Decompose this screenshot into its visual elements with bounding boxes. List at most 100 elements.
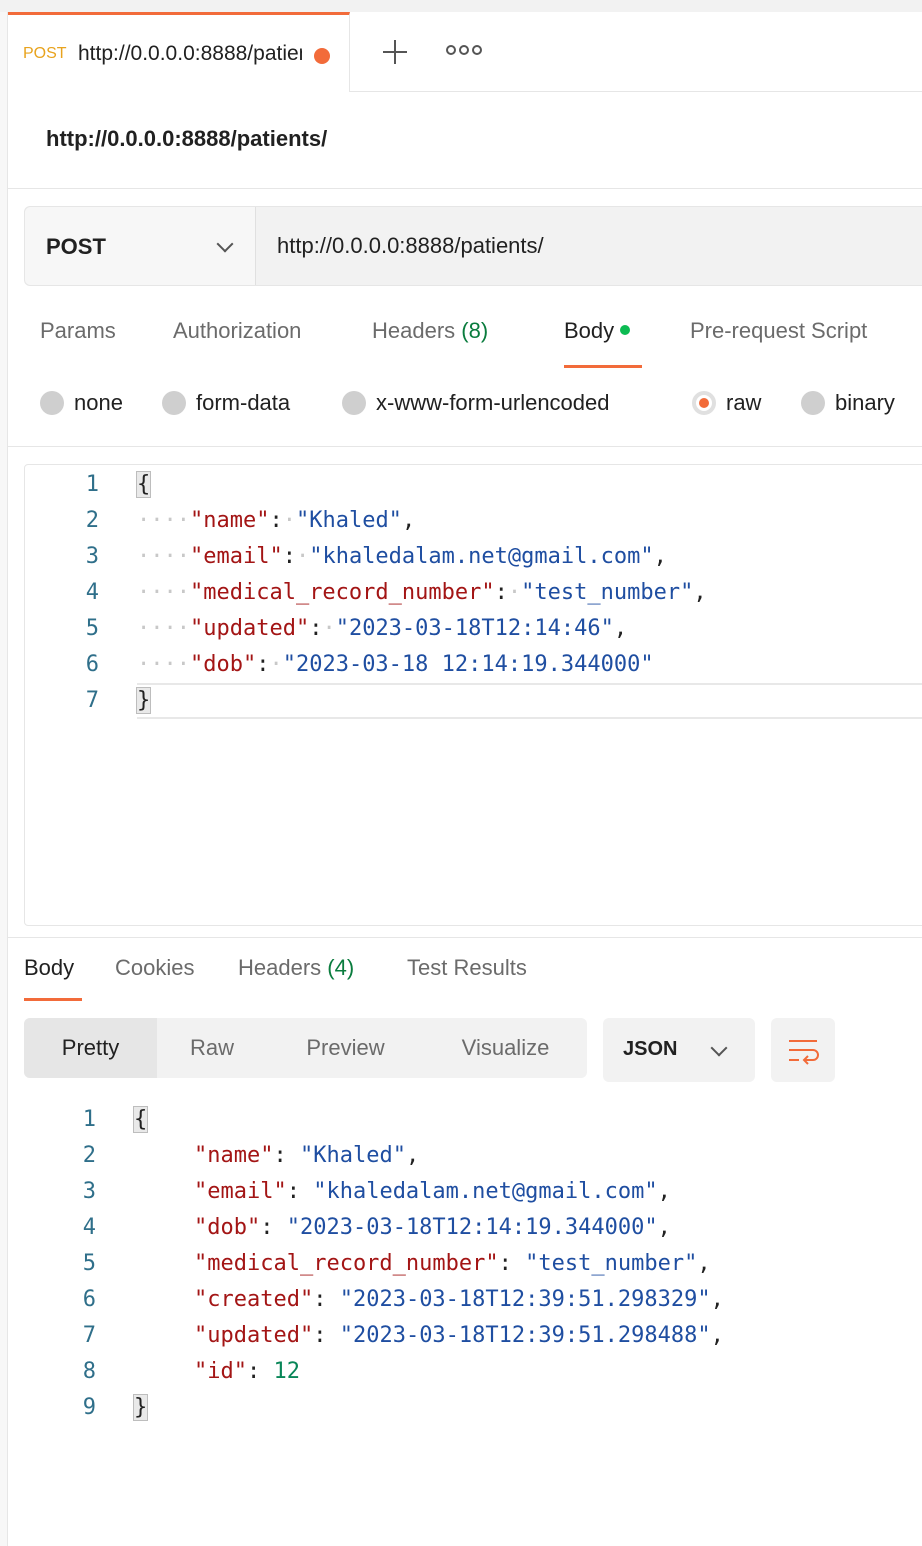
divider [8,937,922,938]
response-tab-test-results[interactable]: Test Results [407,955,527,981]
trail: , [710,1287,724,1312]
view-visualize[interactable]: Visualize [424,1018,587,1078]
response-tab-headers[interactable]: Headers (4) [238,955,354,981]
json-value: "2023-03-18T12:39:51.298329" [339,1287,711,1312]
json-value: "khaledalam.net@gmail.com" [309,544,654,569]
json-value: "test_number" [525,1251,698,1276]
trail: , [653,544,667,569]
json-value: "test_number" [521,580,694,605]
radio-binary[interactable]: binary [801,390,895,416]
format-dropdown[interactable]: JSON [603,1018,755,1082]
url-input[interactable]: http://0.0.0.0:8888/patients/ [277,233,544,259]
response-headers-count: (4) [327,955,355,980]
code-line: "name": "Khaled", [194,1143,420,1168]
tab-params-label: Params [40,318,116,343]
radio-urlencoded[interactable]: x-www-form-urlencoded [342,390,610,416]
close-brace: } [132,1394,149,1421]
code-line: "dob": "2023-03-18T12:14:19.344000", [194,1215,671,1240]
window-top-strip [0,0,922,12]
json-key: "medical_record_number" [189,580,495,605]
code-line: } [135,683,152,719]
json-value: "2023-03-18T12:14:19.344000" [286,1215,658,1240]
view-mode-segmented: Pretty Raw Preview Visualize [24,1018,587,1078]
body-modified-dot-icon [620,325,631,336]
view-raw[interactable]: Raw [157,1018,267,1078]
response-tab-cookies[interactable]: Cookies [115,955,194,981]
tab-authorization-label: Authorization [173,318,302,343]
view-pretty[interactable]: Pretty [24,1018,157,1078]
json-key: "updated" [194,1323,314,1348]
json-key: "dob" [189,652,257,677]
tab-params[interactable]: Params [40,318,116,344]
code-line: "created": "2023-03-18T12:39:51.298329", [194,1287,724,1312]
request-body-editor[interactable]: 1 2 3 4 5 6 7 { ····"name":·"Khaled", ··… [24,464,922,926]
json-value: "khaledalam.net@gmail.com" [313,1179,658,1204]
response-body-viewer[interactable]: 1 2 3 4 5 6 7 8 9 { "name": "Khaled", "e… [24,1102,922,1442]
line-number: 6 [85,652,99,677]
headers-count: (8) [461,318,489,343]
close-brace: } [135,687,152,714]
trail: , [613,616,628,641]
request-tab[interactable]: POST http://0.0.0.0:8888/patients/ [8,12,350,92]
open-brace: { [135,471,152,498]
code-line: "updated": "2023-03-18T12:39:51.298488", [194,1323,724,1348]
tab-url-label: http://0.0.0.0:8888/patients/ [78,42,302,65]
json-key: "dob" [194,1215,261,1240]
code-line: ····"dob":·"2023-03-18 12:14:19.344000" [137,652,654,677]
radio-selected-icon [692,391,716,415]
current-line-highlight [137,683,922,719]
wrap-lines-button[interactable] [771,1018,835,1082]
new-tab-plus-icon[interactable] [375,32,415,72]
tab-body[interactable]: Body [564,318,631,344]
json-key: "email" [189,544,283,569]
json-key: "name" [194,1143,274,1168]
tab-bar: POST http://0.0.0.0:8888/patients/ [8,12,922,92]
tab-headers-label: Headers [372,318,456,343]
request-tabs: Params Authorization Headers (8) Body Pr… [40,318,920,368]
tab-pre-request-script[interactable]: Pre-request Script [690,318,867,344]
body-type-radios: none form-data x-www-form-urlencoded raw… [40,390,920,424]
open-brace: { [132,1106,149,1133]
line-number: 3 [82,1179,96,1204]
line-number: 3 [85,544,99,569]
method-dropdown[interactable]: POST [25,207,256,285]
json-value: "2023-03-18 12:14:19.344000" [282,652,654,677]
radio-form-data[interactable]: form-data [162,390,290,416]
request-title-row: http://0.0.0.0:8888/patients/ [8,92,922,189]
view-preview[interactable]: Preview [267,1018,424,1078]
page-title[interactable]: http://0.0.0.0:8888/patients/ [46,126,327,152]
radio-raw[interactable]: raw [692,390,761,416]
active-tab-underline [564,365,642,368]
more-tabs-ellipsis-icon[interactable] [446,40,482,60]
tab-authorization[interactable]: Authorization [173,318,301,344]
json-number-value: 12 [273,1359,300,1384]
json-value: "Khaled" [299,1143,406,1168]
radio-none[interactable]: none [40,390,123,416]
radio-form-data-label: form-data [196,390,291,415]
chevron-down-icon [710,1039,728,1057]
response-active-underline [24,998,82,1001]
line-number: 4 [82,1215,96,1240]
line-number: 6 [82,1287,96,1312]
response-tab-body[interactable]: Body [24,955,74,981]
tab-headers[interactable]: Headers (8) [372,318,488,344]
radio-binary-label: binary [835,390,895,415]
trail: , [657,1179,671,1204]
response-tabs: Body Cookies Headers (4) Test Results [24,955,904,1003]
line-number: 5 [85,616,99,641]
divider [8,446,922,447]
code-line: } [132,1390,149,1426]
line-number: 1 [85,472,99,497]
line-number: 2 [82,1143,96,1168]
line-number: 9 [82,1395,96,1420]
radio-raw-label: raw [726,390,762,415]
chevron-down-icon [216,235,234,253]
radio-circle-icon [162,391,186,415]
trail: , [405,1143,420,1168]
format-label: JSON [623,1038,678,1060]
json-value: "Khaled" [295,508,402,533]
json-key: "updated" [189,616,310,641]
json-value: "2023-03-18T12:14:46" [335,616,614,641]
code-line: { [135,467,152,503]
json-key: "medical_record_number" [194,1251,499,1276]
